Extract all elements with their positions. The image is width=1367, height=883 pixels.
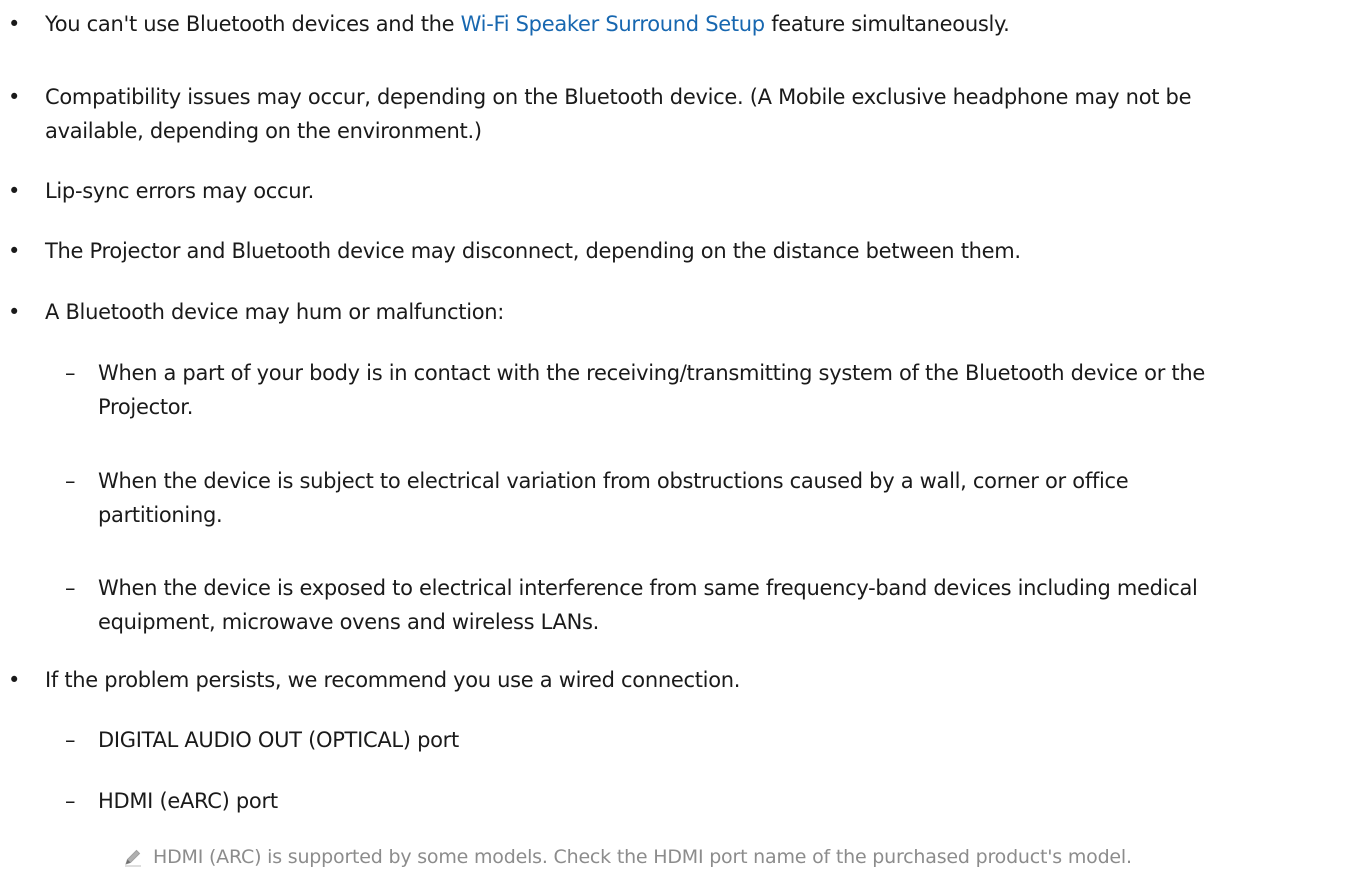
list-item-text-after: feature simultaneously. xyxy=(764,12,1010,36)
document-page: • You can't use Bluetooth devices and th… xyxy=(0,0,1367,883)
bullet-marker: • xyxy=(8,12,21,36)
list-item-text-before: You can't use Bluetooth devices and the xyxy=(45,12,461,36)
sub-list-item-line: equipment, microwave ovens and wireless … xyxy=(98,610,600,634)
list-item-text: A Bluetooth device may hum or malfunctio… xyxy=(45,300,505,324)
list-item-text: Lip-sync errors may occur. xyxy=(45,179,315,203)
pencil-icon xyxy=(123,846,143,867)
list-item-text: Compatibility issues may occur, dependin… xyxy=(45,79,1345,115)
list-item-line: Compatibility issues may occur, dependin… xyxy=(45,85,1192,109)
list-item-text: You can't use Bluetooth devices and the … xyxy=(45,6,1345,42)
dash-marker: – xyxy=(65,789,76,813)
sub-list-item-text: HDMI (eARC) port xyxy=(98,789,278,813)
dash-marker: – xyxy=(65,576,76,600)
dash-marker: – xyxy=(65,728,76,752)
sub-list-item-line: When the device is subject to electrical… xyxy=(98,469,1129,493)
list-item-line: available, depending on the environment.… xyxy=(45,119,482,143)
sub-list-item-line: When a part of your body is in contact w… xyxy=(98,361,1205,385)
sub-list-item-line: Projector. xyxy=(98,395,194,419)
bullet-marker: • xyxy=(8,179,21,203)
list-item-text: If the problem persists, we recommend yo… xyxy=(45,668,741,692)
dash-marker: – xyxy=(65,469,76,493)
dash-marker: – xyxy=(65,361,76,385)
list-item-text: The Projector and Bluetooth device may d… xyxy=(45,239,1021,263)
wifi-speaker-surround-setup-link[interactable]: Wi-Fi Speaker Surround Setup xyxy=(461,12,765,36)
sub-list-item-line: When the device is exposed to electrical… xyxy=(98,576,1198,600)
note-text: HDMI (ARC) is supported by some models. … xyxy=(153,846,1132,868)
bullet-marker: • xyxy=(8,239,21,263)
bullet-marker: • xyxy=(8,85,21,109)
sub-list-item-text: DIGITAL AUDIO OUT (OPTICAL) port xyxy=(98,728,459,752)
sub-list-item-line: partitioning. xyxy=(98,503,223,527)
bullet-marker: • xyxy=(8,300,21,324)
bullet-marker: • xyxy=(8,668,21,692)
